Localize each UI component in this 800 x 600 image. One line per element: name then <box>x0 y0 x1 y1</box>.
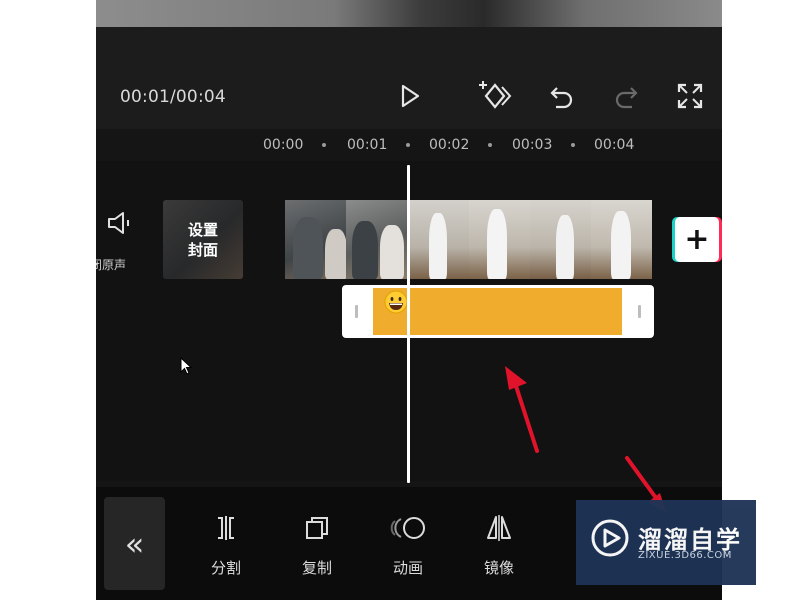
mouse-pointer-icon <box>180 357 192 375</box>
plus-icon: + <box>684 222 710 257</box>
set-cover-label-line1: 设置 <box>187 221 218 239</box>
speaker-icon <box>108 212 129 234</box>
mirror-label: 镜像 <box>483 559 514 577</box>
copy-button[interactable]: 复制 <box>287 513 347 578</box>
redo-icon <box>615 87 638 109</box>
ruler-tick-dot <box>406 143 410 147</box>
fullscreen-icon <box>677 83 703 109</box>
copy-icon <box>306 517 328 539</box>
playhead[interactable] <box>407 165 410 483</box>
ruler-tick-dot <box>488 143 492 147</box>
split-icon <box>218 516 234 540</box>
set-cover-label: 设置 封面 <box>163 220 243 260</box>
clip-frame <box>590 200 653 279</box>
animation-button[interactable]: 动画 <box>378 513 438 578</box>
sticker-left-trim-handle[interactable] <box>355 305 358 318</box>
play-icon <box>401 84 420 108</box>
watermark-subtitle: ZIXUE.3D66.COM <box>638 550 732 561</box>
play-button[interactable] <box>392 79 426 113</box>
clip-frame <box>529 200 591 279</box>
redo-button[interactable] <box>609 79 643 113</box>
ruler-tick-label: 00:01 <box>347 137 388 153</box>
watermark-logo: 溜溜自学 ZIXUE.3D66.COM <box>576 500 756 585</box>
keyframe-add-icon <box>479 81 512 109</box>
split-label: 分割 <box>210 559 241 577</box>
add-keyframe-button[interactable] <box>478 79 512 113</box>
player-controls: 00:01/00:04 <box>96 27 722 129</box>
split-button[interactable]: 分割 <box>196 513 256 578</box>
fullscreen-button[interactable] <box>673 79 707 113</box>
play-circle-logo-icon <box>591 519 629 557</box>
mirror-icon <box>487 515 511 541</box>
animation-label: 动画 <box>392 559 423 577</box>
clip-frame <box>468 200 530 279</box>
ruler-tick-label: 00:04 <box>594 137 635 153</box>
ruler-tick-label: 00:00 <box>263 137 304 153</box>
video-preview[interactable] <box>96 0 722 27</box>
clip-frame <box>407 200 469 279</box>
mute-original-audio-label: 闭原声 <box>96 258 127 272</box>
set-cover-label-line2: 封面 <box>187 241 218 259</box>
add-clip-button[interactable]: + <box>675 217 719 262</box>
sticker-right-trim-handle[interactable] <box>638 305 641 318</box>
ruler-tick-label: 00:03 <box>512 137 553 153</box>
grinning-face-emoji-icon <box>384 290 408 314</box>
sticker-clip[interactable] <box>342 285 654 338</box>
copy-label: 复制 <box>301 559 332 577</box>
ruler-tick-label: 00:02 <box>429 137 470 153</box>
clip-frame <box>346 200 408 279</box>
video-clip[interactable] <box>285 200 653 279</box>
undo-button[interactable] <box>545 79 579 113</box>
ruler-tick-dot <box>322 143 326 147</box>
clip-frame <box>285 200 347 279</box>
playback-time: 00:01/00:04 <box>120 87 226 107</box>
timeline-ruler[interactable]: 00:00 00:01 00:02 00:03 00:04 <box>96 129 722 161</box>
animation-icon <box>390 517 425 539</box>
mute-original-audio-button[interactable] <box>96 210 144 240</box>
set-cover-button[interactable]: 设置 封面 <box>163 200 243 279</box>
sticker-clip-body <box>373 288 622 335</box>
undo-icon <box>550 87 573 109</box>
ruler-tick-dot <box>571 143 575 147</box>
mirror-button[interactable]: 镜像 <box>469 513 529 578</box>
back-button[interactable]: « <box>104 497 165 590</box>
double-chevron-left-icon: « <box>124 524 145 563</box>
